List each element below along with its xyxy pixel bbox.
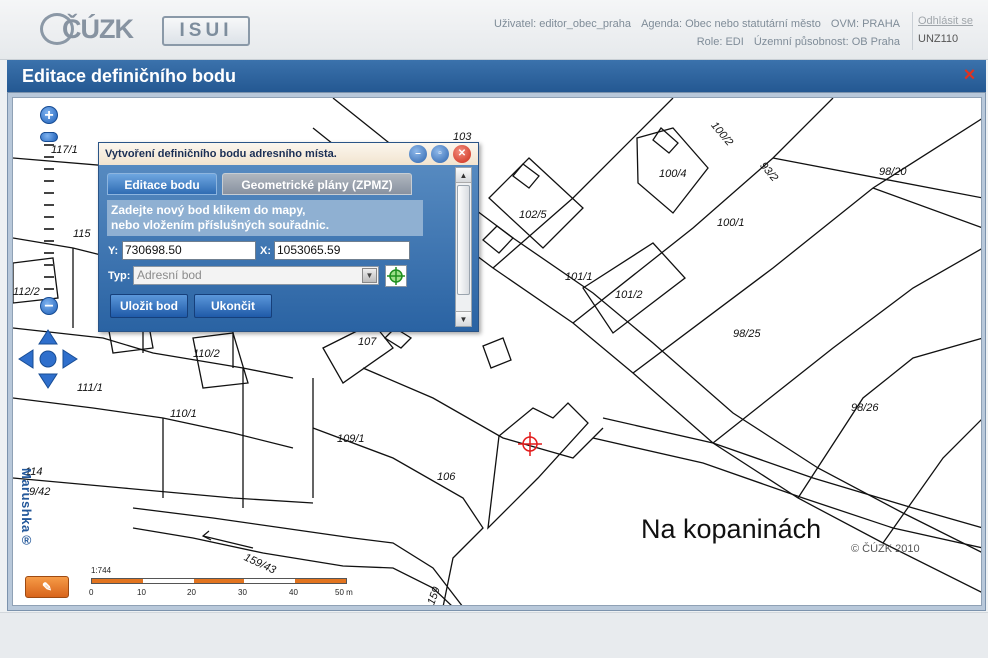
scale-tick: 50 m [335, 588, 353, 597]
minimize-icon[interactable]: – [409, 145, 427, 163]
parcel-label: 110/2 [193, 348, 220, 360]
scale-ratio: 1:744 [91, 566, 112, 575]
dialog-content: Editace bodu Geometrické plány (ZPMZ) Za… [104, 169, 454, 329]
panel-title: Editace definičního bodu [22, 66, 237, 86]
instruction-text: Zadejte nový bod klikem do mapy, nebo vl… [107, 200, 423, 236]
scale-tick: 30 [238, 588, 247, 597]
agenda-label: Agenda: Obec nebo statutární město [641, 18, 821, 30]
parcel-label: 100/1 [717, 217, 745, 229]
footer [0, 612, 988, 658]
crosshair-icon [387, 267, 405, 285]
tab-geometric-plans[interactable]: Geometrické plány (ZPMZ) [222, 173, 412, 195]
restore-icon[interactable]: ▫ [431, 145, 449, 163]
scale-tick: 20 [187, 588, 196, 597]
type-select[interactable]: Adresní bod ▼ [133, 266, 379, 285]
save-point-button[interactable]: Uložit bod [110, 294, 188, 318]
close-icon[interactable]: × [961, 65, 978, 85]
logout-link[interactable]: Odhlásit se [918, 12, 988, 30]
parcel-label: 115 [73, 228, 91, 240]
parcel-label: 98/26 [851, 402, 879, 414]
scale-tick: 40 [289, 588, 298, 597]
parcel-label: 102/5 [519, 209, 547, 221]
gis-logo-icon: ✎ [25, 576, 69, 598]
scale-bar [91, 578, 347, 584]
parcel-label: 98/20 [879, 166, 907, 178]
street-name: Na kopaninách [641, 514, 822, 544]
role-label: Role: EDI [696, 36, 744, 48]
zoom-slider[interactable] [44, 122, 54, 298]
parcel-label: 109/1 [337, 433, 365, 445]
cuzk-logo: ČÚZK [40, 12, 134, 46]
parcel-label: 98/25 [733, 328, 761, 340]
parcel-label: 110/1 [170, 408, 197, 420]
parcel-label: 117/1 [51, 144, 78, 156]
user-label: Uživatel: editor_obec_praha [494, 18, 632, 30]
parcel-label: 101/2 [615, 289, 643, 301]
parcel-label: 111/1 [77, 382, 103, 394]
cuzk-logo-text: ČÚZK [62, 14, 134, 44]
marushka-logo: Marushka® [19, 468, 34, 549]
x-label: X: [260, 245, 271, 257]
definition-point-marker [518, 432, 542, 456]
app-header: ČÚZK ISUI Uživatel: editor_obec_praha Ag… [0, 0, 988, 60]
definition-point-dialog: Vytvoření definičního bodu adresního mís… [98, 142, 479, 332]
pan-arrows-icon[interactable] [17, 328, 79, 390]
tab-edit-point[interactable]: Editace bodu [107, 173, 217, 195]
isui-logo: ISUI [162, 16, 250, 46]
type-select-value: Adresní bod [137, 268, 202, 282]
map-copyright: © ČÚZK 2010 [851, 543, 920, 555]
parcel-label: 107 [358, 336, 377, 348]
y-label: Y: [108, 245, 119, 257]
panel-title-bar: Editace definičního bodu × [7, 60, 986, 92]
dialog-scrollbar[interactable]: ▲ ▼ [455, 167, 472, 327]
pick-point-button[interactable] [385, 265, 407, 287]
instruction-line-1: Zadejte nový bod klikem do mapy, [111, 203, 306, 217]
user-info: Uživatel: editor_obec_praha Agenda: Obec… [487, 15, 900, 51]
parcel-label: 112/2 [13, 286, 40, 298]
parcel-label: 106 [437, 471, 456, 483]
scroll-thumb[interactable] [457, 185, 470, 295]
scroll-down-icon[interactable]: ▼ [456, 311, 471, 326]
close-dialog-button[interactable]: Ukončit [194, 294, 272, 318]
type-label: Typ: [108, 270, 131, 282]
map-canvas[interactable]: 103 100/2 93/2 100/4 98/20 102/5 100/1 1… [12, 97, 982, 606]
ovm-label: OVM: PRAHA [830, 18, 900, 30]
close-icon[interactable]: ✕ [453, 145, 471, 163]
scale-tick: 10 [137, 588, 146, 597]
scale-tick: 0 [89, 588, 94, 597]
user-code: UNZ110 [918, 33, 959, 45]
zoom-slider-handle[interactable] [40, 132, 58, 142]
chevron-down-icon[interactable]: ▼ [362, 268, 377, 283]
territory-label: Územní působnost: OB Praha [753, 36, 900, 48]
y-coordinate-input[interactable]: 730698.50 [122, 241, 256, 260]
header-actions: Odhlásit se UNZ110 [912, 12, 988, 50]
instruction-line-2: nebo vložením příslušných souřadnic. [111, 218, 330, 232]
scroll-up-icon[interactable]: ▲ [456, 168, 471, 183]
parcel-label: 101/1 [565, 271, 593, 283]
zoom-out-button[interactable]: − [40, 297, 58, 315]
panel-body: 103 100/2 93/2 100/4 98/20 102/5 100/1 1… [7, 92, 986, 611]
parcel-label: 100/4 [659, 168, 687, 180]
x-coordinate-input[interactable]: 1053065.59 [274, 241, 410, 260]
